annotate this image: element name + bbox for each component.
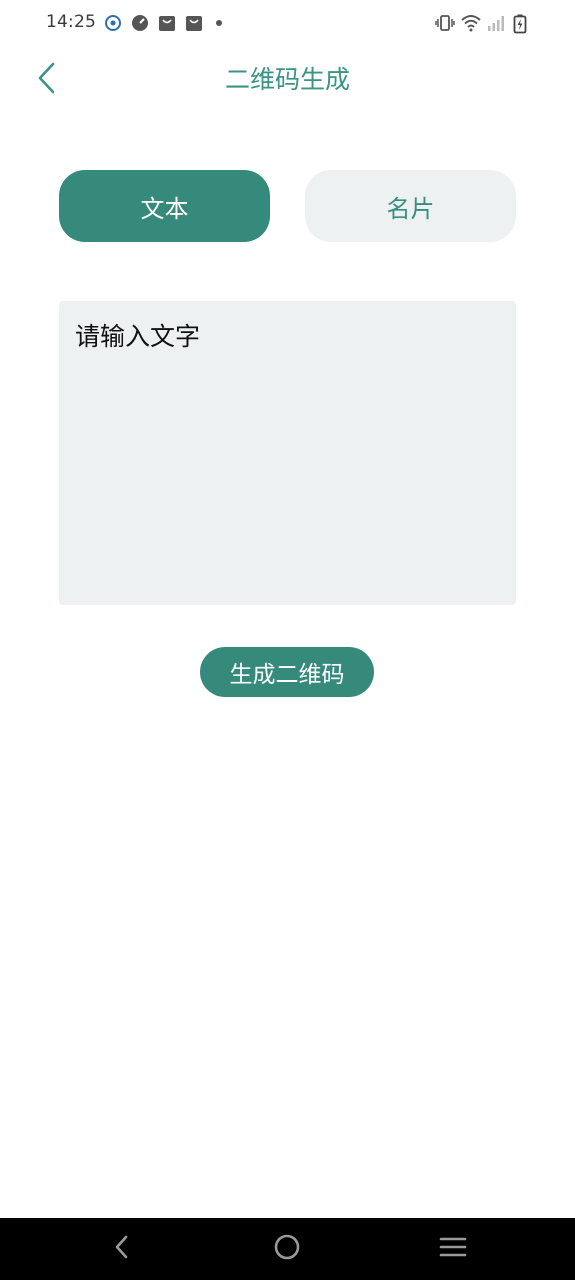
notification-icons xyxy=(104,13,222,33)
vibrate-icon xyxy=(435,14,455,32)
more-dot-icon xyxy=(216,20,222,26)
menu-icon xyxy=(439,1235,467,1263)
app-screen: 14:25 二维码生成 文本 名片 请输入文字 生成二维码 xyxy=(0,0,575,1280)
wifi-icon xyxy=(461,14,481,32)
generate-qr-button[interactable]: 生成二维码 xyxy=(200,647,374,697)
navigation-bar xyxy=(0,1218,575,1280)
system-icons xyxy=(435,13,531,34)
battery-charging-icon xyxy=(513,14,531,34)
tab-text[interactable]: 文本 xyxy=(59,170,270,242)
cellular-signal-icon xyxy=(487,14,505,32)
nav-home-button[interactable] xyxy=(271,1234,303,1264)
tab-business-card[interactable]: 名片 xyxy=(305,170,516,242)
nav-menu-button[interactable] xyxy=(437,1234,469,1264)
speedometer-icon xyxy=(131,14,149,32)
shopping-bag-icon xyxy=(185,14,203,32)
status-time: 14:25 xyxy=(46,12,96,32)
home-icon xyxy=(273,1233,301,1265)
back-icon xyxy=(113,1234,131,1264)
status-bar: 14:25 xyxy=(0,0,575,48)
text-input[interactable] xyxy=(59,301,516,605)
shopping-bag-icon xyxy=(158,14,176,32)
page-title: 二维码生成 xyxy=(224,65,350,94)
app-notification-icon xyxy=(104,14,122,32)
nav-back-button[interactable] xyxy=(106,1234,138,1264)
